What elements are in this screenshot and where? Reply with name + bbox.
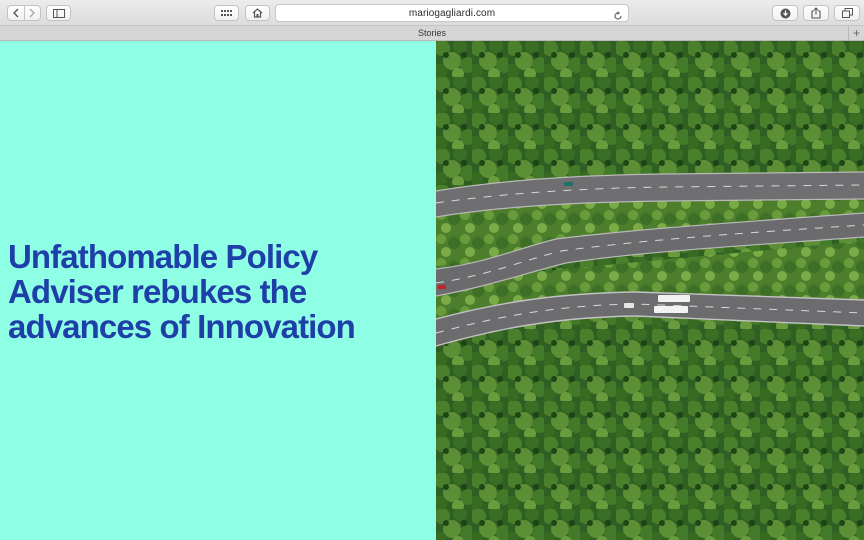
plus-icon: + (852, 26, 860, 40)
chevron-left-icon (12, 8, 19, 18)
tabs-overview-icon (841, 8, 853, 18)
share-icon (811, 7, 821, 19)
address-bar[interactable]: mariogagliardi.com (275, 4, 629, 22)
url-text: mariogagliardi.com (408, 7, 496, 19)
back-button[interactable] (8, 6, 24, 20)
download-icon (780, 8, 790, 18)
sidebar-button[interactable] (46, 5, 71, 21)
tab-stories[interactable]: Stories (418, 28, 446, 38)
grid-icon (220, 9, 232, 16)
reload-icon (614, 11, 622, 20)
story-hero-image (436, 41, 864, 540)
chevron-right-icon (29, 8, 36, 18)
tabs-overview-button[interactable] (834, 5, 860, 21)
top-sites-button[interactable] (214, 5, 239, 21)
share-button[interactable] (803, 5, 829, 21)
aerial-forest-road-image (436, 41, 864, 540)
back-forward-group (7, 5, 41, 21)
home-button[interactable] (245, 5, 270, 21)
browser-toolbar: mariogagliardi.com (0, 0, 864, 26)
forward-button[interactable] (23, 6, 41, 20)
story-text-panel: Unfathomable Policy Adviser rebukes the … (0, 41, 436, 540)
tab-bar: Stories + (0, 26, 864, 41)
sidebar-icon (52, 8, 65, 18)
reload-button[interactable] (613, 8, 623, 26)
new-tab-button[interactable]: + (848, 26, 864, 40)
story-headline[interactable]: Unfathomable Policy Adviser rebukes the … (8, 239, 428, 344)
downloads-button[interactable] (772, 5, 798, 21)
home-icon (252, 8, 263, 18)
